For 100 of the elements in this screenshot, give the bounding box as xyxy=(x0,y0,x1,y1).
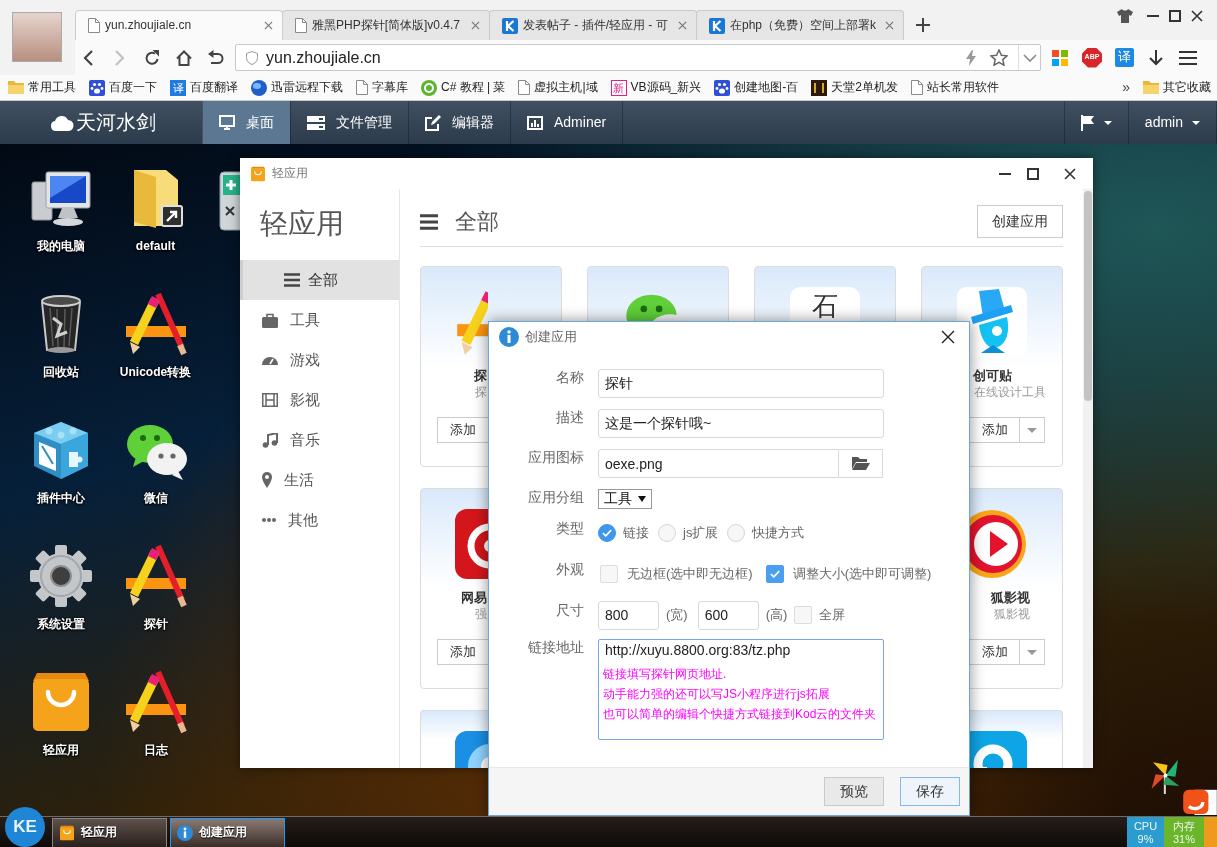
close-icon xyxy=(941,330,955,344)
add-button[interactable]: 添加 xyxy=(437,639,488,665)
desktop-shortcut[interactable]: 系统设置 xyxy=(13,539,108,665)
bookmark-link[interactable]: 译 百度翻译 xyxy=(170,79,238,96)
desktop-shortcut[interactable]: 回收站 xyxy=(13,287,108,413)
text-field[interactable]: 探针 xyxy=(598,369,884,398)
save-button[interactable]: 保存 xyxy=(900,777,960,806)
dropdown-button[interactable] xyxy=(1020,417,1045,443)
browser-tab[interactable]: 雅黑PHP探针[简体版]v0.4.7 xyxy=(282,10,490,40)
preview-button[interactable]: 预览 xyxy=(824,777,884,806)
folder-open-icon xyxy=(851,457,870,470)
url-field[interactable]: http://xuyu.8800.org:83/tz.php 链接填写探针网页地址. 动手能力强的还可以写JS小程序进行js拓展 也可以简单的编辑个快捷方式链接到Kod云的文件夹 xyxy=(598,639,884,740)
bookmark-link[interactable]: 虚拟主机|域 xyxy=(518,80,598,95)
add-button[interactable]: 添加 xyxy=(437,417,488,443)
sidebar-item[interactable]: 全部 xyxy=(240,260,399,300)
edit-icon xyxy=(425,114,441,131)
radio-button[interactable] xyxy=(598,524,616,542)
meter-label: CPU xyxy=(1133,819,1158,833)
bookmark-folder[interactable]: 其它收藏 xyxy=(1143,80,1211,95)
address-bar[interactable]: yun.zhoujiale.cn xyxy=(235,44,1041,71)
browser-tab[interactable]: 发表帖子 - 插件/轻应用 - 可 xyxy=(489,10,697,40)
radio-button[interactable] xyxy=(727,524,746,542)
bookmark-link[interactable]: 百度一下 xyxy=(89,79,157,96)
minimize-icon xyxy=(999,172,1011,175)
shirt-icon xyxy=(1117,9,1133,23)
maximize-icon xyxy=(1027,167,1039,180)
star-icon[interactable] xyxy=(990,49,1008,66)
forward-icon xyxy=(115,49,125,66)
desktop-shortcut[interactable]: 微信 xyxy=(108,413,203,539)
info-icon xyxy=(177,824,193,841)
desktop-shortcut[interactable]: 插件中心 xyxy=(13,413,108,539)
create-app-button[interactable]: 创建应用 xyxy=(977,205,1063,238)
back-icon xyxy=(83,49,93,66)
sidebar-item[interactable]: 游戏 xyxy=(240,340,399,380)
close-icon[interactable] xyxy=(264,21,273,30)
desktop-shortcut[interactable]: 日志 xyxy=(108,665,203,791)
briefcase-icon xyxy=(262,312,278,328)
bookmark-link[interactable]: 常用工具 xyxy=(8,80,76,95)
radio-button[interactable] xyxy=(658,524,676,542)
desktop-shortcut[interactable]: 我的电脑 xyxy=(13,161,108,287)
caret-icon xyxy=(1027,649,1037,655)
home-icon xyxy=(176,49,192,66)
sidebar-item[interactable]: 影视 xyxy=(240,380,399,420)
group-select[interactable]: 工具 xyxy=(598,489,652,509)
pencil-ruler-icon xyxy=(123,670,188,734)
scrollbar-thumb[interactable] xyxy=(1084,191,1092,401)
taskbar-item[interactable]: 创建应用 xyxy=(170,817,285,847)
bookmark-link[interactable]: 站长常用软件 xyxy=(910,80,999,95)
field-label: 外观 xyxy=(555,561,584,577)
new-tab-button[interactable] xyxy=(915,17,931,33)
bookmark-link[interactable]: 新 VB源码_新兴 xyxy=(610,79,702,96)
translate-button[interactable]: 译 xyxy=(1114,48,1134,67)
bookmark-link[interactable]: 天堂2单机发 xyxy=(811,79,898,96)
nav-tab[interactable]: 桌面 xyxy=(202,101,290,144)
chevron-icon xyxy=(1022,53,1037,62)
close-icon[interactable] xyxy=(471,21,480,30)
logo-icon[interactable] xyxy=(1183,787,1217,815)
list-icon[interactable] xyxy=(420,213,438,230)
close-icon[interactable] xyxy=(885,21,894,30)
text-field[interactable]: 这是一个探针哦~ xyxy=(598,409,884,438)
bookmark-link[interactable]: 迅雷远程下载 xyxy=(251,79,343,96)
chart-icon xyxy=(527,115,543,130)
minimize-icon xyxy=(1147,15,1159,17)
desktop-shortcut[interactable]: default xyxy=(108,161,203,287)
desktop-shortcut[interactable]: 轻应用 xyxy=(13,665,108,791)
close-button[interactable] xyxy=(940,329,956,345)
text-field[interactable]: oexe.png xyxy=(598,449,839,478)
more-bookmarks-button[interactable]: » xyxy=(1122,78,1130,97)
brand-link[interactable]: 天河水剑 xyxy=(0,101,202,144)
bookmark-link[interactable]: 字幕库 xyxy=(356,80,408,95)
sidebar-heading: 轻应用 xyxy=(259,207,345,241)
checkbox[interactable] xyxy=(765,565,784,583)
pin-icon xyxy=(262,472,272,488)
browser-tab[interactable]: 在php（免费）空间上部署k xyxy=(696,10,904,40)
sidebar-item[interactable]: 工具 xyxy=(240,300,399,340)
dropdown-button[interactable] xyxy=(1018,45,1040,70)
photo-placeholder xyxy=(12,12,62,62)
browser-tab[interactable]: yun.zhoujiale.cn xyxy=(75,10,283,40)
taskbar-item[interactable]: 轻应用 xyxy=(52,817,167,847)
sidebar-item[interactable]: 音乐 xyxy=(240,420,399,460)
sidebar-item[interactable]: 其他 xyxy=(240,500,399,540)
bookmark-link[interactable]: 创建地图-百 xyxy=(714,79,799,96)
calculator-icon[interactable] xyxy=(219,171,240,231)
desktop-shortcut[interactable]: Unicode转换 xyxy=(108,287,203,413)
pinwheel-icon[interactable] xyxy=(1149,757,1182,794)
add-button[interactable]: 添加 xyxy=(970,639,1020,665)
menu-icon xyxy=(1179,50,1197,65)
page-icon xyxy=(910,80,923,95)
lightning-icon[interactable] xyxy=(966,49,976,66)
globe-icon xyxy=(251,79,267,96)
close-icon[interactable] xyxy=(678,21,687,30)
height-field[interactable]: 600 xyxy=(697,600,759,630)
add-button[interactable]: 添加 xyxy=(970,417,1020,443)
sidebar-item[interactable]: 生活 xyxy=(240,460,399,500)
dropdown-button[interactable] xyxy=(1020,639,1045,665)
desktop-shortcut[interactable]: 探针 xyxy=(108,539,203,665)
bookmark-link[interactable]: C# 教程 | 菜 xyxy=(421,79,506,96)
width-field[interactable]: 800 xyxy=(598,600,659,630)
browse-button[interactable] xyxy=(839,449,883,478)
meter-label: 内存 xyxy=(1173,819,1195,833)
